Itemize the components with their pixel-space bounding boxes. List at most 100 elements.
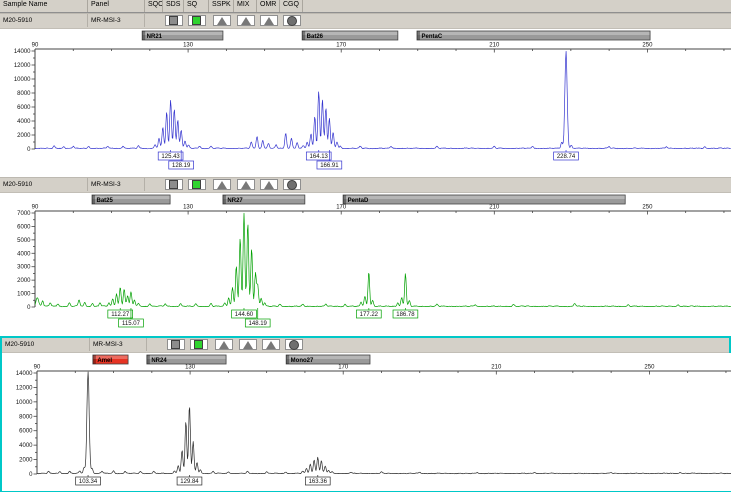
circle-flag-icon [287, 180, 297, 190]
sample-name-cell: M20-5910 [0, 14, 88, 27]
panel-name-cell: MR-MSI-3 [88, 14, 145, 27]
electropherogram-panels: M20-5910MR-MSI-3NR21Bat26PentaC901301702… [0, 13, 731, 492]
flag-cell-mix[interactable] [237, 179, 255, 190]
header-col-sqo: SQO [145, 0, 163, 12]
flag-cell-sq[interactable] [188, 15, 206, 26]
marker-bar-nr27[interactable]: NR27 [223, 195, 305, 204]
header-col-sds: SDS [163, 0, 184, 12]
x-tick-label: 130 [185, 365, 196, 371]
triangle-flag-icon [217, 181, 227, 189]
y-tick-label: 10000 [16, 400, 33, 406]
square-flag-icon [169, 180, 178, 189]
sample-panel-1[interactable]: M20-5910MR-MSI-3 NR21 Bat26 PentaC 90 130 170 2… [0, 13, 731, 176]
header-col-mix: MIX [234, 0, 257, 12]
y-tick-label: 12000 [16, 385, 33, 391]
marker-bar-pentac[interactable]: PentaC [417, 31, 650, 40]
flag-cell-mix[interactable] [237, 15, 255, 26]
y-tick-label: 6000 [19, 429, 33, 435]
y-tick-label: 8000 [19, 414, 33, 420]
peak-label-text: 115.07 [122, 321, 141, 327]
sample-panel-3[interactable]: M20-5910MR-MSI-3AmelNR24Mono279013017021… [0, 336, 731, 492]
flag-cell-sq[interactable] [190, 339, 208, 350]
y-tick-label: 2000 [17, 278, 31, 284]
square-flag-icon [192, 16, 201, 25]
peak-label-text: 177.22 [360, 312, 379, 318]
y-tick-label: 10000 [14, 77, 31, 83]
y-tick-label: 4000 [19, 443, 33, 449]
flag-cell-cgq[interactable] [283, 15, 301, 26]
y-tick-label: 4000 [17, 251, 31, 257]
x-tick-label: 130 [183, 205, 194, 211]
flag-cell-sds[interactable] [165, 179, 183, 190]
y-tick-label: 7000 [17, 211, 31, 217]
peak-label-text: 125.43 [161, 154, 180, 160]
flag-cell-sds[interactable] [165, 15, 183, 26]
header-col-sspk: SSPK [209, 0, 234, 12]
peak-label-text: 148.19 [249, 321, 268, 327]
panel-name-cell: MR-MSI-3 [88, 178, 145, 191]
marker-bar-bat26[interactable]: Bat26 [302, 31, 398, 40]
x-tick-label: 170 [336, 205, 347, 211]
flag-cell-sds[interactable] [167, 339, 185, 350]
peak-label-text: 228.74 [557, 154, 576, 160]
marker-label: NR21 [147, 34, 163, 40]
y-tick-label: 6000 [17, 105, 31, 111]
x-tick-label: 210 [491, 365, 502, 371]
flag-cell-sspk[interactable] [213, 15, 231, 26]
circle-flag-icon [289, 340, 299, 350]
x-tick-label: 250 [642, 205, 653, 211]
marker-bar-mono27[interactable]: Mono27 [286, 355, 370, 364]
triangle-flag-icon [241, 17, 251, 25]
header-filler [303, 0, 731, 12]
x-tick-label: 90 [32, 43, 39, 49]
peak-label-text: 128.19 [172, 163, 191, 169]
y-tick-label: 14000 [14, 49, 31, 55]
flag-cell-sspk[interactable] [215, 339, 233, 350]
sample-name-cell: M20-5910 [0, 178, 88, 191]
flag-cell-cgq[interactable] [285, 339, 303, 350]
x-tick-label: 170 [336, 43, 347, 49]
marker-label: PentaD [348, 198, 369, 204]
sample-row[interactable]: M20-5910MR-MSI-3 [0, 14, 731, 29]
sample-name-cell: M20-5910 [2, 338, 90, 351]
y-tick-label: 4000 [17, 119, 31, 125]
flag-cell-omr[interactable] [260, 179, 278, 190]
marker-label: Bat26 [307, 34, 324, 40]
y-tick-label: 5000 [17, 238, 31, 244]
x-tick-label: 90 [32, 205, 39, 211]
triangle-flag-icon [264, 181, 274, 189]
square-flag-icon [169, 16, 178, 25]
header-col-sample-name: Sample Name [0, 0, 88, 12]
peak-label-text: 166.91 [320, 163, 339, 169]
x-tick-label: 250 [644, 365, 655, 371]
marker-bar-pentad[interactable]: PentaD [343, 195, 625, 204]
flag-cell-omr[interactable] [260, 15, 278, 26]
square-flag-icon [171, 340, 180, 349]
y-tick-label: 2000 [19, 458, 33, 464]
flag-cell-mix[interactable] [239, 339, 257, 350]
x-tick-label: 210 [489, 43, 500, 49]
x-tick-label: 250 [642, 43, 653, 49]
header-col-cgq: CGQ [280, 0, 303, 12]
plot-area[interactable] [2, 353, 731, 491]
plot-area[interactable] [0, 29, 731, 178]
marker-bar-bat25[interactable]: Bat25 [92, 195, 170, 204]
flag-cell-omr[interactable] [262, 339, 280, 350]
peak-label-text: 103.34 [79, 479, 98, 485]
flag-cell-sq[interactable] [188, 179, 206, 190]
triangle-flag-icon [266, 341, 276, 349]
peak-label-text: 129.84 [180, 479, 199, 485]
x-tick-label: 130 [183, 43, 194, 49]
flag-cell-sspk[interactable] [213, 179, 231, 190]
marker-label: Amel [97, 358, 112, 364]
sample-row[interactable]: M20-5910MR-MSI-3 [2, 338, 729, 353]
sample-row[interactable]: M20-5910MR-MSI-3 [0, 178, 731, 193]
marker-bar-nr21[interactable]: NR21 [142, 31, 223, 40]
flag-cell-cgq[interactable] [283, 179, 301, 190]
x-tick-label: 90 [34, 365, 41, 371]
marker-bar-amel[interactable]: Amel [93, 355, 128, 364]
marker-label: Mono27 [291, 358, 314, 364]
marker-bar-nr24[interactable]: NR24 [147, 355, 226, 364]
x-tick-label: 210 [489, 205, 500, 211]
sample-panel-2[interactable]: M20-5910MR-MSI-3 Bat25 NR27 PentaD 90 130 170 2… [0, 177, 731, 334]
